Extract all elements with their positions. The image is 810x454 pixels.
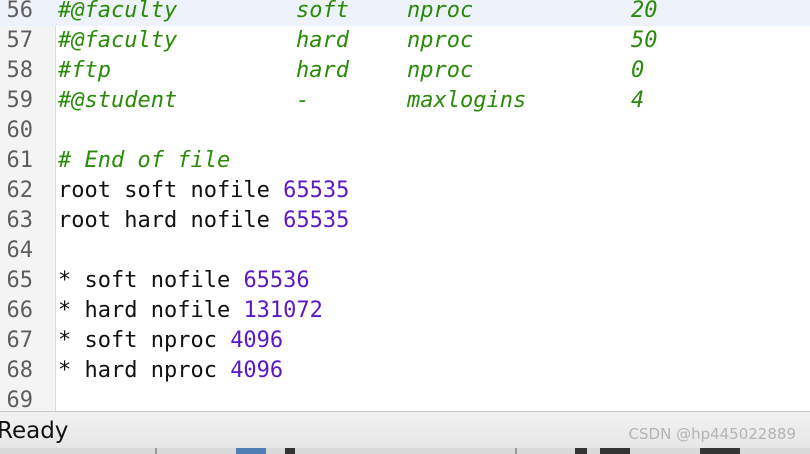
line-number: 56 [6,0,34,23]
limit-value: 65535 [283,208,350,233]
line-number: 60 [6,118,34,143]
limit-value: 65536 [243,268,310,293]
limit-value: 4096 [230,358,284,383]
code-line[interactable]: 58 #ftp hard nproc 0 [0,56,810,86]
line-number: 61 [6,148,34,173]
line-number: 58 [6,58,34,83]
line-number: 62 [6,178,34,203]
code-content: root soft nofile 65535 [58,176,349,206]
text-editor[interactable]: 56 #@faculty soft nproc 20 57 #@faculty hard npr… [0,0,810,411]
limit-value: 4096 [230,328,284,353]
line-number: 68 [6,358,34,383]
status-text: Ready [0,418,69,444]
code-line[interactable]: 65 * soft nofile 65536 [0,266,810,296]
taskbar-app-label[interactable] [600,448,630,454]
code-content: * soft nofile 65536 [58,266,310,296]
code-line[interactable]: 60 [0,116,810,146]
comment-column-2: hard [296,58,349,83]
limit-directive: root hard nofile [58,208,284,233]
comment-column-1: #@faculty [58,0,178,23]
limit-value: 65535 [283,178,350,203]
comment-column-3: nproc [407,0,474,23]
code-line[interactable]: 59 #@student - maxlogins 4 [0,86,810,116]
taskbar-divider [515,448,517,454]
limit-directive: * hard nofile [58,298,244,323]
comment-column-2: hard [296,28,349,53]
line-number: 64 [6,238,34,263]
comment-column-3: nproc [407,28,474,53]
code-line[interactable]: 66 * hard nofile 131072 [0,296,810,326]
comment-column-2: - [296,88,310,113]
comment-column-4: 0 [631,58,645,83]
comment-column-4: 50 [631,28,658,53]
limit-directive: * soft nofile [58,268,244,293]
taskbar-app-label[interactable] [700,448,740,454]
line-number: 65 [6,268,34,293]
comment-column-1: #ftp [58,58,111,83]
comment-column-3: nproc [407,58,474,83]
watermark: CSDN @hp445022889 [628,425,796,443]
taskbar-strip [0,448,810,454]
comment-column-3: maxlogins [407,88,527,113]
code-line[interactable]: 62 root soft nofile 65535 [0,176,810,206]
comment-column-1: #@student [58,88,178,113]
code-line[interactable]: 57 #@faculty hard nproc 50 [0,26,810,56]
comment-column-4: 4 [631,88,645,113]
taskbar-app-label[interactable] [285,448,295,454]
limit-directive: * soft nproc [58,328,231,353]
comment-text: # End of file [58,148,231,173]
limit-directive: * hard nproc [58,358,231,383]
code-line[interactable]: 61 # End of file [0,146,810,176]
line-number: 59 [6,88,34,113]
taskbar-app-icon[interactable] [236,448,266,454]
status-bar: Ready CSDN @hp445022889 [0,411,810,449]
line-number: 66 [6,298,34,323]
code-line[interactable]: 64 [0,236,810,266]
taskbar-divider [155,448,157,454]
code-content: root hard nofile 65535 [58,206,349,236]
code-line[interactable]: 68 * hard nproc 4096 [0,356,810,386]
code-content: * hard nproc 4096 [58,356,283,386]
line-number: 57 [6,28,34,53]
code-content: * hard nofile 131072 [58,296,323,326]
code-line[interactable]: 56 #@faculty soft nproc 20 [0,0,810,26]
line-number: 67 [6,328,34,353]
code-line[interactable]: 69 [0,386,810,411]
limit-value: 131072 [243,298,323,323]
line-number: 69 [6,388,34,411]
comment-column-1: #@faculty [58,28,178,53]
code-content: * soft nproc 4096 [58,326,283,356]
limit-directive: root soft nofile [58,178,284,203]
comment-column-2: soft [296,0,349,23]
code-line[interactable]: 63 root hard nofile 65535 [0,206,810,236]
comment-column-4: 20 [631,0,658,23]
taskbar-app-label[interactable] [575,448,587,454]
code-line[interactable]: 67 * soft nproc 4096 [0,326,810,356]
line-number: 63 [6,208,34,233]
